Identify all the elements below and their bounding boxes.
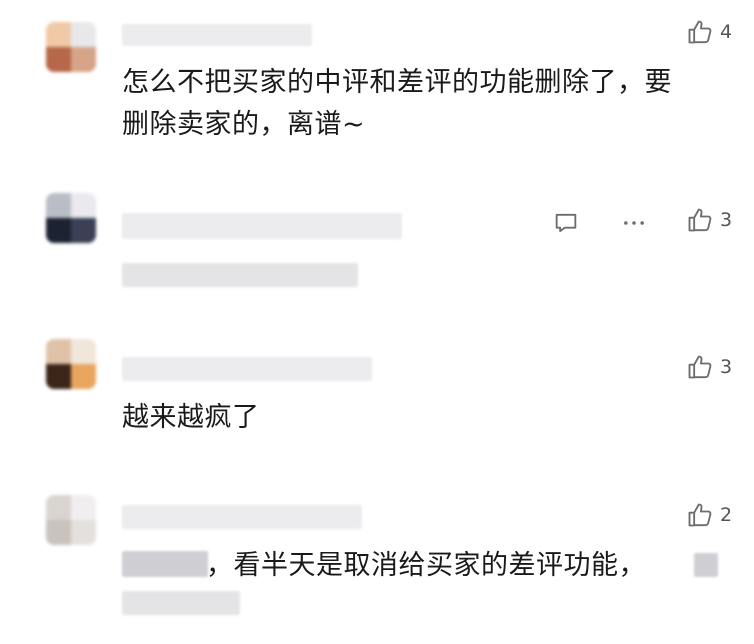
like-count: 4	[720, 21, 733, 43]
comment-text-line: 删除卖家的，离谱~	[122, 109, 366, 140]
avatar[interactable]	[46, 193, 96, 243]
comment-text-blurred	[694, 553, 718, 577]
like-button[interactable]: 2	[686, 501, 732, 529]
more-icon	[624, 221, 644, 225]
avatar[interactable]	[46, 339, 96, 389]
thumbs-up-icon	[688, 208, 712, 232]
like-button[interactable]: 3	[686, 206, 732, 234]
reply-button[interactable]	[551, 208, 581, 238]
avatar[interactable]	[46, 495, 96, 545]
comment-text-line: 越来越疯了	[122, 402, 260, 433]
username-blurred	[122, 213, 402, 239]
thumbs-up-icon	[688, 503, 712, 527]
comment-item: 3	[0, 165, 754, 315]
username-blurred	[122, 357, 372, 381]
username-blurred	[122, 24, 312, 46]
like-count: 3	[720, 356, 733, 378]
comment-text-line: ，看半天是取消给买家的差评功能，	[206, 550, 646, 581]
comment-item: 3 越来越疯了	[0, 315, 754, 475]
comment-icon	[555, 213, 577, 233]
more-button[interactable]	[619, 208, 649, 238]
comment-text-blurred	[122, 551, 208, 577]
comment-item: 2 ，看半天是取消给买家的差评功能，	[0, 475, 754, 644]
thumbs-up-icon	[688, 20, 712, 44]
username-blurred	[122, 505, 362, 529]
comment-text-blurred	[122, 263, 358, 287]
like-button[interactable]: 3	[686, 353, 732, 381]
like-button[interactable]: 4	[686, 18, 732, 46]
like-count: 2	[720, 504, 733, 526]
comment-text-line: 怎么不把买家的中评和差评的功能删除了，要	[122, 67, 672, 98]
comment-item: 4 怎么不把买家的中评和差评的功能删除了，要 删除卖家的，离谱~	[0, 0, 754, 165]
thumbs-up-icon	[688, 355, 712, 379]
like-count: 3	[720, 209, 733, 231]
avatar[interactable]	[46, 22, 96, 72]
comment-text-blurred	[122, 591, 240, 615]
